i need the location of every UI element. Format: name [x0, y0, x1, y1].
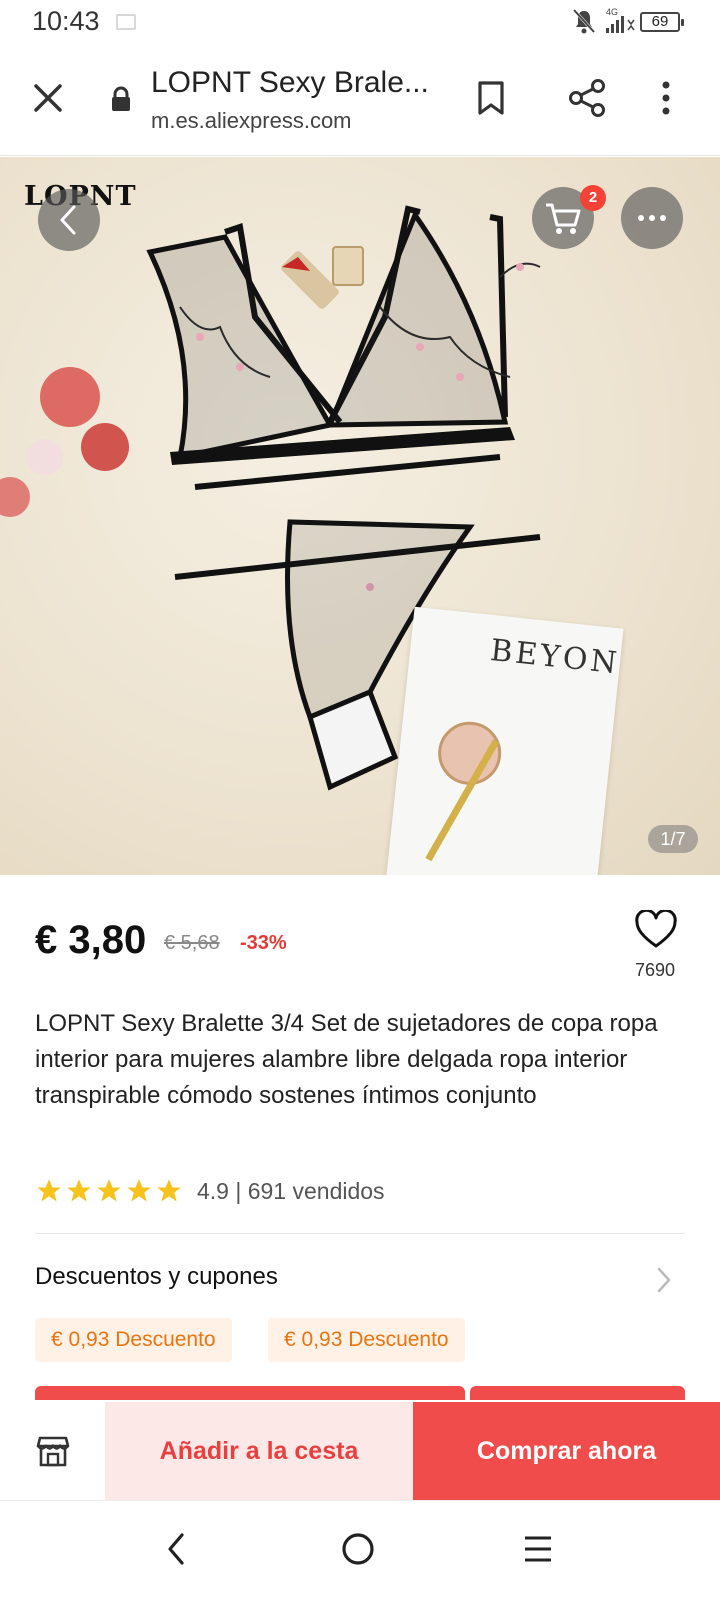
status-time: 10:43 [32, 6, 100, 36]
current-price: € 3,80 [35, 918, 147, 962]
bell-muted-icon [572, 8, 596, 34]
image-notification-icon [116, 14, 136, 30]
product-title: LOPNT Sexy Bralette 3/4 Set de sujetador… [35, 1010, 658, 1109]
star-icon [127, 1179, 151, 1202]
discount-percent: -33% [240, 932, 287, 954]
promo-strip [470, 1386, 685, 1400]
star-icon [37, 1179, 61, 1202]
battery-level: 69 [651, 13, 669, 30]
chevron-left-icon [60, 205, 76, 235]
more-vertical-icon[interactable] [660, 80, 672, 116]
nav-menu-icon[interactable] [522, 1533, 554, 1565]
chevron-right-icon[interactable] [656, 1266, 672, 1294]
rating-stars [35, 1177, 183, 1205]
coupons-header[interactable]: Descuentos y cupones [35, 1263, 278, 1291]
battery-icon: 69 [640, 12, 684, 32]
original-price: € 5,68 [164, 932, 220, 954]
add-to-cart-button[interactable]: Añadir a la cesta [105, 1402, 413, 1500]
magazine-prop: BEYON [386, 606, 624, 875]
browser-toolbar: LOPNT Sexy Brale... m.es.aliexpress.com [0, 46, 720, 156]
image-counter: 1/7 [648, 825, 698, 853]
system-nav-bar [0, 1500, 720, 1600]
action-bar: Añadir a la cesta Comprar ahora [0, 1402, 720, 1500]
cart-count-badge: 2 [580, 185, 606, 211]
rating-row[interactable]: 4.9 | 691 vendidos [35, 1176, 385, 1206]
buy-now-button[interactable]: Comprar ahora [413, 1402, 720, 1500]
lock-icon [112, 86, 130, 111]
network-label: 4G [606, 7, 618, 17]
back-button[interactable] [38, 189, 100, 251]
star-icon [157, 1179, 181, 1202]
signal-icon: 4G [606, 7, 635, 33]
heart-icon[interactable] [634, 910, 678, 950]
product-image-gallery[interactable]: BEYON LOPNT 2 1/7 [0, 157, 720, 875]
bookmark-icon[interactable] [476, 80, 506, 116]
more-horizontal-icon [638, 215, 666, 221]
share-icon[interactable] [568, 78, 608, 118]
gallery-more-button[interactable] [621, 187, 683, 249]
product-photo [0, 205, 541, 791]
section-divider [35, 1233, 685, 1234]
store-icon[interactable] [36, 1434, 70, 1468]
status-bar: 10:43 4G 69 [0, 0, 720, 46]
promo-strip [35, 1386, 465, 1400]
page-url[interactable]: m.es.aliexpress.com [151, 108, 352, 134]
star-icon [97, 1179, 121, 1202]
wishlist-count: 7690 [634, 960, 676, 980]
rating-summary: 4.9 | 691 vendidos [197, 1177, 385, 1204]
star-icon [67, 1179, 91, 1202]
close-icon[interactable] [30, 80, 66, 116]
coupon-chip[interactable]: € 0,93 Descuento [268, 1318, 465, 1362]
nav-home-icon[interactable] [340, 1531, 376, 1567]
page-title[interactable]: LOPNT Sexy Brale... [151, 66, 429, 100]
nav-back-icon[interactable] [166, 1531, 186, 1567]
coupon-chip[interactable]: € 0,93 Descuento [35, 1318, 232, 1362]
